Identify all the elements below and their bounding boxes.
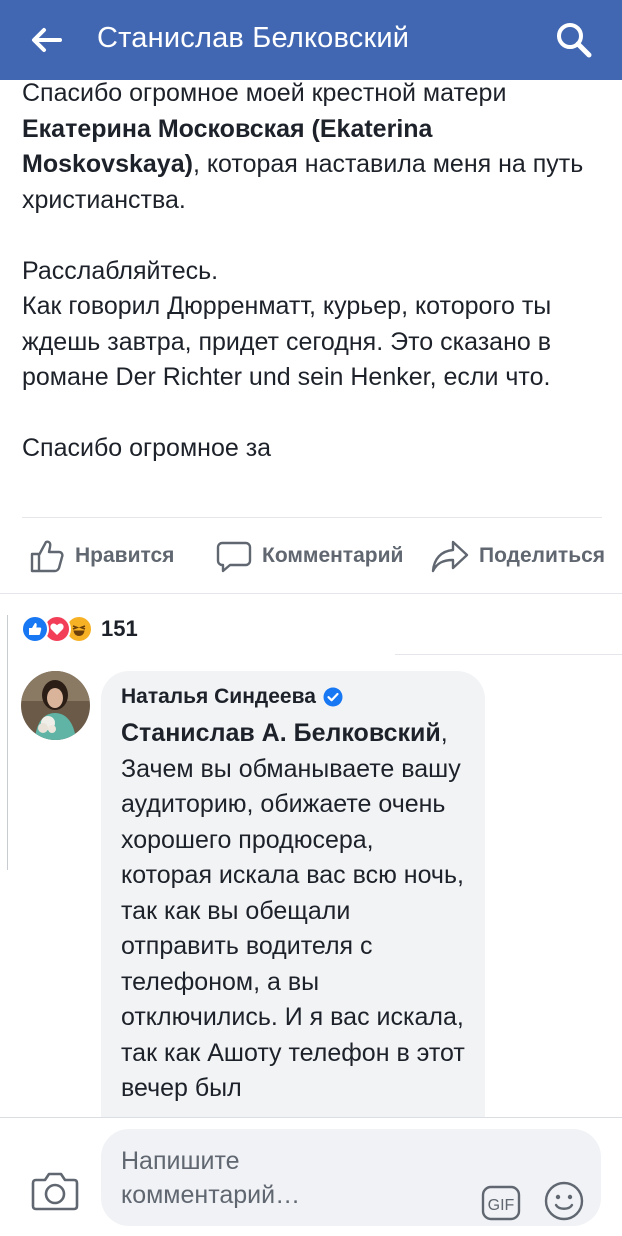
comment-label: Комментарий bbox=[262, 544, 404, 567]
comment-author[interactable]: Наталья Синдеева bbox=[121, 685, 343, 709]
comment-author-name: Наталья Синдеева bbox=[121, 685, 316, 708]
gif-icon: GIF bbox=[481, 1185, 521, 1221]
camera-button[interactable] bbox=[31, 1168, 79, 1214]
comment-icon bbox=[216, 541, 252, 573]
comment-body: Зачем вы обманываете вашу аудиторию, оби… bbox=[121, 754, 465, 1103]
thread-line bbox=[7, 615, 8, 870]
smiley-face-icon bbox=[544, 1181, 584, 1221]
gif-button[interactable]: GIF bbox=[481, 1183, 521, 1223]
like-button[interactable]: Нравится bbox=[29, 533, 174, 579]
post-text-1a: Спасибо огромное моей крестной матери bbox=[22, 79, 507, 107]
divider bbox=[395, 654, 622, 655]
comment-button[interactable]: Комментарий bbox=[216, 533, 403, 579]
post-body: Спасибо огромное моей крестной матери Ек… bbox=[22, 76, 602, 467]
divider bbox=[0, 593, 622, 594]
post-paragraph-3: Спасибо огромное за bbox=[22, 434, 272, 462]
comment-mention[interactable]: Станислав А. Белковский bbox=[121, 719, 441, 747]
search-button[interactable] bbox=[552, 18, 596, 62]
thumbs-up-icon bbox=[30, 540, 64, 573]
like-reaction-icon bbox=[21, 615, 49, 643]
arrow-left-icon bbox=[32, 28, 62, 52]
divider bbox=[22, 517, 602, 518]
like-label: Нравится bbox=[75, 544, 175, 567]
comment-input[interactable]: Напишите комментарий… GIF bbox=[101, 1129, 601, 1226]
top-app-bar: Станислав Белковский bbox=[0, 0, 622, 80]
camera-icon bbox=[31, 1172, 79, 1211]
avatar[interactable] bbox=[21, 671, 90, 740]
share-arrow-icon bbox=[431, 540, 469, 573]
comment-bubble: Наталья Синдеева Станислав А. Белковский… bbox=[101, 671, 485, 1151]
svg-text:GIF: GIF bbox=[488, 1197, 515, 1214]
back-button[interactable] bbox=[26, 20, 66, 60]
comment-text: Станислав А. Белковский, Зачем вы обманы… bbox=[121, 719, 465, 1103]
post-paragraph-2: Расслабляйтесь. Как говорил Дюрренматт, … bbox=[22, 256, 552, 392]
comment-composer: Напишите комментарий… GIF bbox=[0, 1117, 622, 1236]
share-button[interactable]: Поделиться bbox=[431, 533, 605, 579]
comment-input-placeholder: Напишите комментарий… bbox=[121, 1147, 301, 1209]
post-paragraph-1: Спасибо огромное моей крестной матери Ек… bbox=[22, 76, 602, 218]
reactions-count: 151 bbox=[101, 616, 138, 641]
share-label: Поделиться bbox=[479, 544, 606, 567]
reactions-summary[interactable]: 151 bbox=[21, 613, 138, 645]
search-icon bbox=[557, 23, 592, 58]
page-title: Станислав Белковский bbox=[97, 22, 410, 54]
verified-badge-icon bbox=[323, 687, 343, 707]
emoji-button[interactable] bbox=[543, 1180, 585, 1222]
